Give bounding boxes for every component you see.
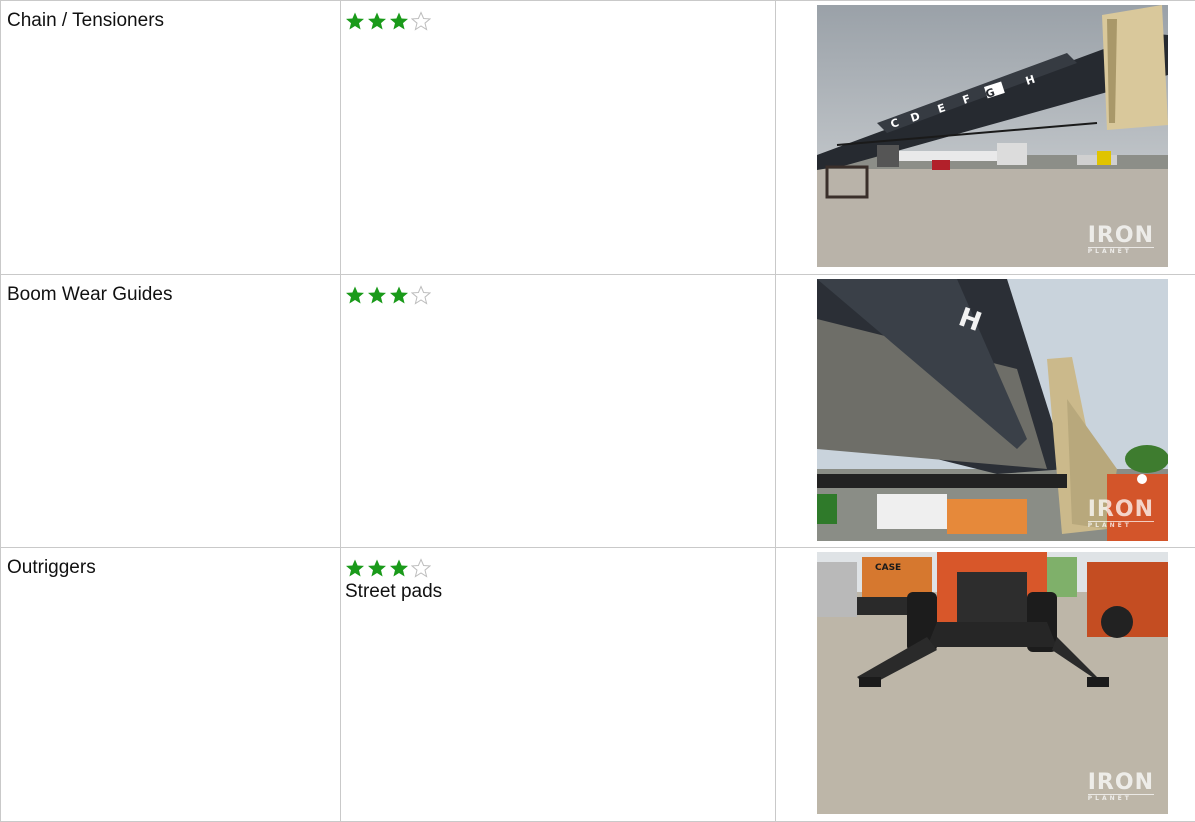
star-filled-icon xyxy=(367,11,387,31)
item-label-cell: Boom Wear Guides xyxy=(1,275,341,548)
table-row: Outriggers Street pads CASE xyxy=(1,548,1195,822)
photo-cell: CASE IRON PLANET xyxy=(776,548,1195,822)
inspection-photo[interactable]: CASE IRON PLANET xyxy=(817,552,1168,814)
star-filled-icon xyxy=(389,11,409,31)
table-row: Chain / Tensioners xyxy=(1,1,1195,275)
star-empty-icon xyxy=(411,11,431,31)
star-filled-icon xyxy=(345,285,365,305)
item-label: Chain / Tensioners xyxy=(7,10,164,31)
item-label: Boom Wear Guides xyxy=(7,284,172,305)
inspection-photo[interactable]: H IRON PLANET xyxy=(817,279,1168,541)
inspection-table: Chain / Tensioners xyxy=(0,0,1195,822)
rating-cell: Street pads xyxy=(341,548,776,822)
star-filled-icon xyxy=(345,11,365,31)
item-label-cell: Outriggers xyxy=(1,548,341,822)
star-empty-icon xyxy=(411,285,431,305)
table-row: Boom Wear Guides H xyxy=(1,275,1195,548)
star-filled-icon xyxy=(345,558,365,578)
star-filled-icon xyxy=(389,285,409,305)
star-filled-icon xyxy=(367,285,387,305)
photo-cell: H IRON PLANET xyxy=(776,275,1195,548)
watermark-logo: IRON PLANET xyxy=(1088,772,1154,802)
star-rating xyxy=(345,284,775,306)
watermark-logo: IRON PLANET xyxy=(1088,499,1154,529)
item-label: Outriggers xyxy=(7,557,96,578)
watermark-logo: IRON PLANET xyxy=(1088,225,1154,255)
inspection-photo[interactable]: C D E F G H IRON PLANET xyxy=(817,5,1168,267)
item-label-cell: Chain / Tensioners xyxy=(1,1,341,275)
condition-note: Street pads xyxy=(345,581,775,603)
rating-cell xyxy=(341,1,776,275)
photo-cell: C D E F G H IRON PLANET xyxy=(776,1,1195,275)
star-filled-icon xyxy=(389,558,409,578)
rating-cell xyxy=(341,275,776,548)
star-rating xyxy=(345,557,775,579)
star-rating xyxy=(345,10,775,32)
star-empty-icon xyxy=(411,558,431,578)
machine-brand-text: CASE xyxy=(875,563,901,573)
star-filled-icon xyxy=(367,558,387,578)
